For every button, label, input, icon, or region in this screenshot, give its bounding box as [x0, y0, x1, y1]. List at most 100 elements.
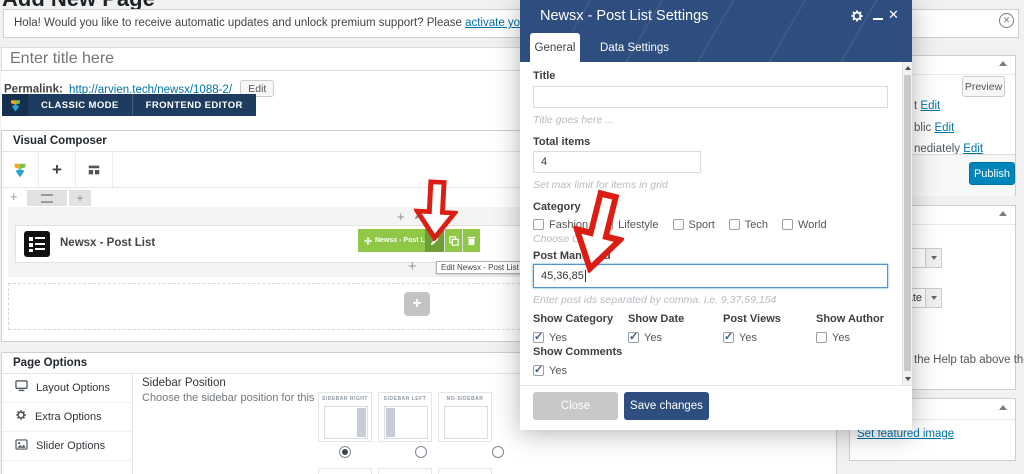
thumb-row2-partial: [378, 468, 432, 474]
help-text-fragment: the Help tab above the: [914, 354, 1024, 366]
gear-icon: [15, 408, 27, 426]
page: Add New Page Hola! Would you like to rec…: [0, 0, 1024, 474]
thumb-preview: [384, 406, 428, 439]
edit-status-link[interactable]: Edit: [920, 100, 940, 112]
thumb-preview: [324, 406, 368, 439]
monitor-icon: [15, 379, 28, 397]
notice-text: Hola! Would you like to receive automati…: [14, 17, 465, 29]
collapse-arrow-icon[interactable]: [999, 61, 1007, 66]
vc-add-element-button[interactable]: +: [39, 152, 76, 187]
element-title: Newsx - Post List: [60, 237, 155, 249]
sidebar-bar-left: [386, 408, 395, 437]
thumb-label: SIDEBAR LEFT: [379, 396, 431, 402]
drag-handle-icon: [41, 194, 53, 203]
add-element-plus-button[interactable]: +: [404, 292, 430, 316]
radio-sidebar-right[interactable]: [339, 446, 351, 458]
frontend-editor-button[interactable]: FRONTEND EDITOR: [133, 94, 256, 116]
checkbox-post-views[interactable]: [723, 332, 734, 343]
row-drag-tab[interactable]: [27, 190, 67, 206]
show-category-toggle: Yes: [533, 328, 567, 346]
title-field-hint: Title goes here ...: [533, 114, 614, 126]
show-category-label: Show Category: [533, 313, 613, 325]
checkbox-show-author[interactable]: [816, 332, 827, 343]
gear-icon[interactable]: [850, 9, 864, 28]
collapse-arrow-icon[interactable]: [999, 211, 1007, 216]
edit-element-tooltip: Edit Newsx - Post List: [436, 261, 524, 274]
thumb-preview: [444, 406, 488, 439]
thumb-no-sidebar[interactable]: NO-SIDEBAR: [438, 392, 492, 442]
checkbox-label: Sport: [689, 219, 715, 231]
checkbox-show-comments[interactable]: [533, 365, 544, 376]
close-icon[interactable]: ✕: [888, 7, 899, 23]
vc-mode-bar: CLASSIC MODE FRONTEND EDITOR: [2, 94, 256, 116]
scroll-down-arrow[interactable]: [905, 377, 911, 381]
vc-toolbar-logo-icon: [2, 152, 39, 187]
preview-button[interactable]: Preview: [962, 76, 1005, 97]
classic-mode-button[interactable]: CLASSIC MODE: [28, 94, 132, 116]
show-date-label: Show Date: [628, 313, 684, 325]
total-items-input[interactable]: [533, 151, 701, 173]
dismiss-notice-icon[interactable]: ✕: [999, 13, 1014, 28]
post-manual-id-hint: Enter post ids separated by comma. i.e. …: [533, 294, 776, 306]
publish-button[interactable]: Publish: [969, 162, 1015, 185]
vc-logo-icon: [2, 94, 28, 116]
show-comments-toggle: Yes: [533, 361, 567, 379]
edit-visibility-link[interactable]: Edit: [934, 122, 954, 134]
title-field-input[interactable]: [533, 86, 888, 108]
tab-label: Layout Options: [36, 382, 110, 394]
page-options-tabs: Layout Options Extra Options Slider Opti…: [2, 374, 133, 474]
thumb-row2-partial: [318, 468, 372, 474]
append-element-plus[interactable]: +: [408, 258, 417, 275]
total-items-label: Total items: [533, 136, 590, 148]
modal-footer: Close Save changes: [520, 385, 912, 430]
tab-label: Extra Options: [35, 411, 102, 423]
vc-templates-icon[interactable]: [76, 152, 113, 187]
checkbox-show-date[interactable]: [628, 332, 639, 343]
tab-data-settings[interactable]: Data Settings: [590, 33, 679, 62]
modal-title: Newsx - Post List Settings: [540, 8, 708, 24]
chevron-down-icon: [925, 249, 941, 267]
yes-label: Yes: [549, 332, 567, 344]
add-row-plus-icon[interactable]: +: [10, 189, 18, 204]
save-changes-button[interactable]: Save changes: [624, 392, 709, 420]
status-fragment: t: [914, 100, 917, 112]
thumb-sidebar-left[interactable]: SIDEBAR LEFT: [378, 392, 432, 442]
sidebar-position-title: Sidebar Position: [142, 377, 226, 389]
tab-extra-options[interactable]: Extra Options: [2, 403, 132, 432]
visibility-row: blic Edit: [914, 122, 954, 134]
thumb-label: NO-SIDEBAR: [439, 396, 491, 402]
sidebar-bar-right: [357, 408, 366, 437]
checkbox-tech[interactable]: [729, 219, 740, 230]
tab-general[interactable]: General: [530, 33, 580, 62]
red-arrow-edit-pencil: [412, 178, 459, 242]
tab-layout-options[interactable]: Layout Options: [2, 374, 132, 403]
sidebar-position-desc: Choose the sidebar position for this pag…: [142, 392, 345, 404]
close-button[interactable]: Close: [533, 392, 618, 420]
post-list-icon: [24, 231, 50, 262]
scroll-up-arrow[interactable]: [905, 66, 911, 70]
thumb-sidebar-right[interactable]: SIDEBAR RIGHT: [318, 392, 372, 442]
delete-element-button[interactable]: [463, 229, 480, 252]
post-views-toggle: Yes: [723, 328, 757, 346]
checkbox-label: World: [798, 219, 827, 231]
checkbox-fashion[interactable]: [533, 219, 544, 230]
checkbox-world[interactable]: [782, 219, 793, 230]
checkbox-show-category[interactable]: [533, 332, 544, 343]
row-add-icon[interactable]: +: [397, 209, 405, 224]
category-label: Category: [533, 201, 581, 213]
checkbox-sport[interactable]: [673, 219, 684, 230]
show-author-toggle: Yes: [816, 328, 850, 346]
add-tab-plus[interactable]: +: [69, 190, 91, 206]
tab-slider-options[interactable]: Slider Options: [2, 432, 132, 461]
collapse-arrow-icon[interactable]: [999, 405, 1007, 410]
scrollbar[interactable]: [902, 62, 912, 385]
post-views-label: Post Views: [723, 313, 781, 325]
tab-label: Slider Options: [36, 440, 105, 452]
scrollbar-thumb[interactable]: [904, 75, 911, 371]
radio-no-sidebar[interactable]: [492, 446, 504, 458]
minimize-icon[interactable]: [873, 18, 883, 20]
yes-label: Yes: [644, 332, 662, 344]
post-id-value: 45,36,85: [541, 270, 584, 282]
show-date-toggle: Yes: [628, 328, 662, 346]
status-row: t Edit: [914, 100, 940, 112]
